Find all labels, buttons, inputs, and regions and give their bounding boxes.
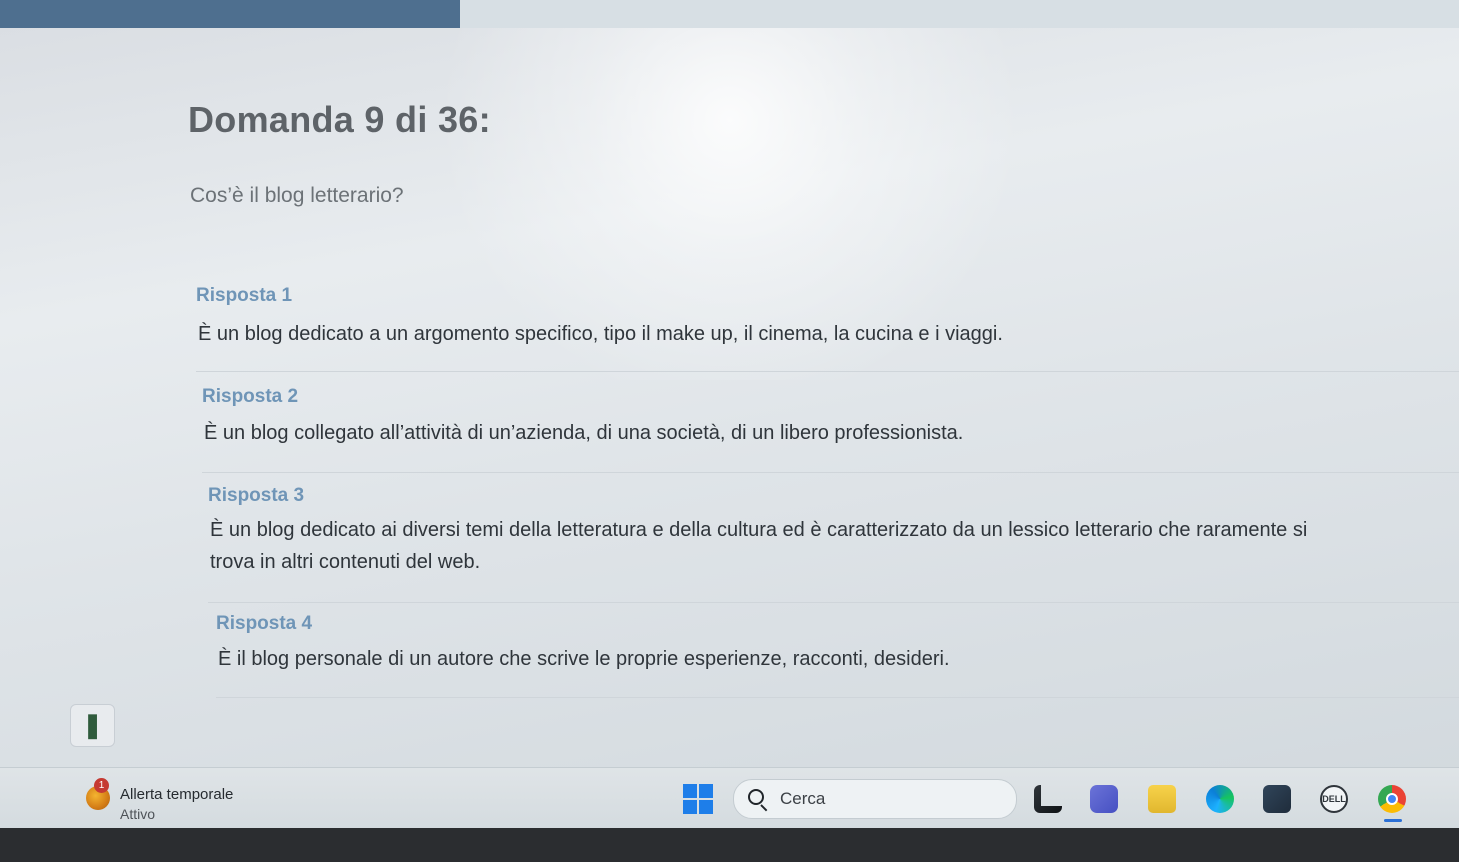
answer-label-4: Risposta 4 xyxy=(216,613,313,634)
chrome-icon[interactable] xyxy=(1378,785,1406,813)
monitor-frame: Domanda 9 di 36: Cos’è il blog letterari… xyxy=(0,0,1459,862)
weather-subtitle: Attivo xyxy=(120,806,156,822)
answer-option-3[interactable]: Risposta 3 È un blog dedicato ai diversi… xyxy=(208,485,1459,603)
answer-option-4[interactable]: Risposta 4 È il blog personale di un aut… xyxy=(216,613,1459,698)
store-icon[interactable] xyxy=(1263,785,1291,813)
page-title: Domanda 9 di 36: xyxy=(188,99,491,140)
info-icon: ❚ xyxy=(82,712,103,739)
taskbar: 1 Allerta temporale Attivo DELL xyxy=(0,767,1459,828)
answer-label-3: Risposta 3 xyxy=(208,485,305,506)
answer-text-2: È un blog collegato all’attività di un’a… xyxy=(204,422,964,444)
quiz-progress-bar xyxy=(0,0,1459,28)
windows-start-square-3 xyxy=(683,800,697,814)
chrome-active-indicator xyxy=(1384,819,1402,822)
search-input[interactable] xyxy=(778,785,1002,813)
answer-option-1[interactable]: Risposta 1 È un blog dedicato a un argom… xyxy=(196,285,1459,372)
windows-start-square-2 xyxy=(699,784,713,798)
answer-option-2[interactable]: Risposta 2 È un blog collegato all’attiv… xyxy=(202,386,1459,473)
dell-icon[interactable]: DELL xyxy=(1320,785,1348,813)
answer-label-2: Risposta 2 xyxy=(202,386,299,407)
answer-label-1: Risposta 1 xyxy=(196,285,293,306)
windows-start-square-4 xyxy=(699,800,713,814)
info-button[interactable]: ❚ xyxy=(70,704,115,747)
teams-icon[interactable] xyxy=(1090,785,1118,813)
question-text: Cos’è il blog letterario? xyxy=(190,184,404,207)
answer-text-1: È un blog dedicato a un argomento specif… xyxy=(198,323,1003,345)
weather-title: Allerta temporale xyxy=(120,786,234,803)
screen: Domanda 9 di 36: Cos’è il blog letterari… xyxy=(0,0,1459,828)
search-icon xyxy=(748,789,764,805)
weather-badge: 1 xyxy=(94,778,109,793)
windows-start-icon[interactable] xyxy=(683,784,713,814)
edge-icon[interactable] xyxy=(1206,785,1234,813)
file-explorer-icon[interactable] xyxy=(1148,785,1176,813)
quiz-progress-fill xyxy=(0,0,460,28)
windows-start-square-1 xyxy=(683,784,697,798)
answer-text-4: È il blog personale di un autore che scr… xyxy=(218,648,950,670)
taskbar-search[interactable] xyxy=(733,779,1017,819)
answer-text-3: È un blog dedicato ai diversi temi della… xyxy=(210,519,1308,573)
weather-widget[interactable]: 1 Allerta temporale Attivo xyxy=(86,778,276,822)
files-icon[interactable] xyxy=(1034,785,1062,813)
